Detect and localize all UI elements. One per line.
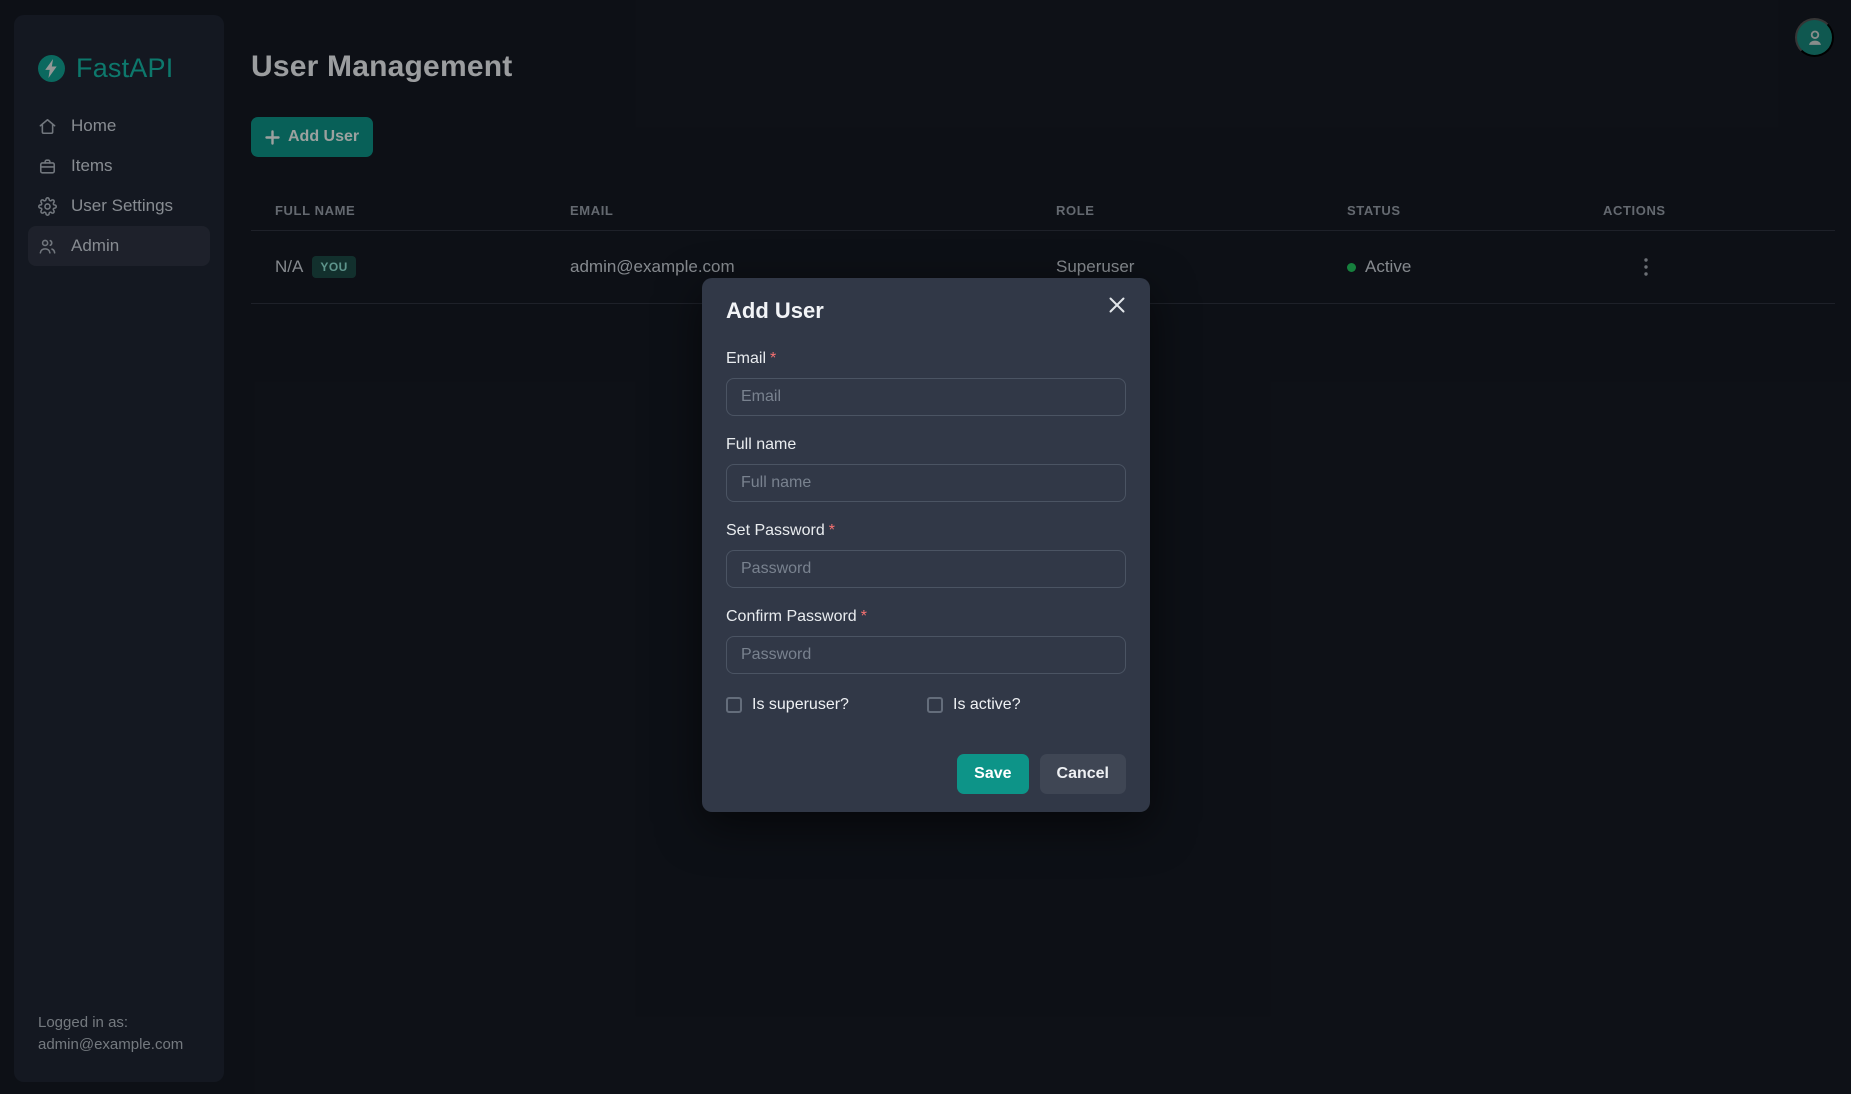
modal-title: Add User — [726, 298, 1126, 324]
set-password-label: Set Password* — [726, 522, 1126, 540]
modal-actions: Save Cancel — [726, 754, 1126, 794]
save-button[interactable]: Save — [957, 754, 1028, 794]
required-asterisk: * — [770, 350, 776, 367]
email-input[interactable] — [726, 378, 1126, 416]
email-field-group: Email* — [726, 350, 1126, 416]
modal-close-button[interactable] — [1104, 292, 1130, 318]
is-superuser-checkbox[interactable] — [726, 697, 742, 713]
set-password-label-text: Set Password — [726, 522, 825, 539]
confirm-password-input[interactable] — [726, 636, 1126, 674]
close-icon — [1108, 296, 1126, 314]
email-label: Email* — [726, 350, 1126, 368]
is-active-checkbox[interactable] — [927, 697, 943, 713]
cancel-button[interactable]: Cancel — [1040, 754, 1126, 794]
set-password-field-group: Set Password* — [726, 522, 1126, 588]
add-user-modal: Add User Email* Full name Set Password* … — [702, 278, 1150, 812]
set-password-input[interactable] — [726, 550, 1126, 588]
checkbox-row: Is superuser? Is active? — [726, 696, 1126, 714]
full-name-label: Full name — [726, 436, 1126, 454]
is-superuser-label: Is superuser? — [752, 696, 849, 714]
confirm-password-field-group: Confirm Password* — [726, 608, 1126, 674]
confirm-password-label: Confirm Password* — [726, 608, 1126, 626]
required-asterisk: * — [861, 608, 867, 625]
email-label-text: Email — [726, 350, 766, 367]
full-name-label-text: Full name — [726, 436, 796, 453]
required-asterisk: * — [829, 522, 835, 539]
is-active-label: Is active? — [953, 696, 1021, 714]
is-active-group: Is active? — [927, 696, 1021, 714]
full-name-input[interactable] — [726, 464, 1126, 502]
is-superuser-group: Is superuser? — [726, 696, 927, 714]
confirm-password-label-text: Confirm Password — [726, 608, 857, 625]
full-name-field-group: Full name — [726, 436, 1126, 502]
